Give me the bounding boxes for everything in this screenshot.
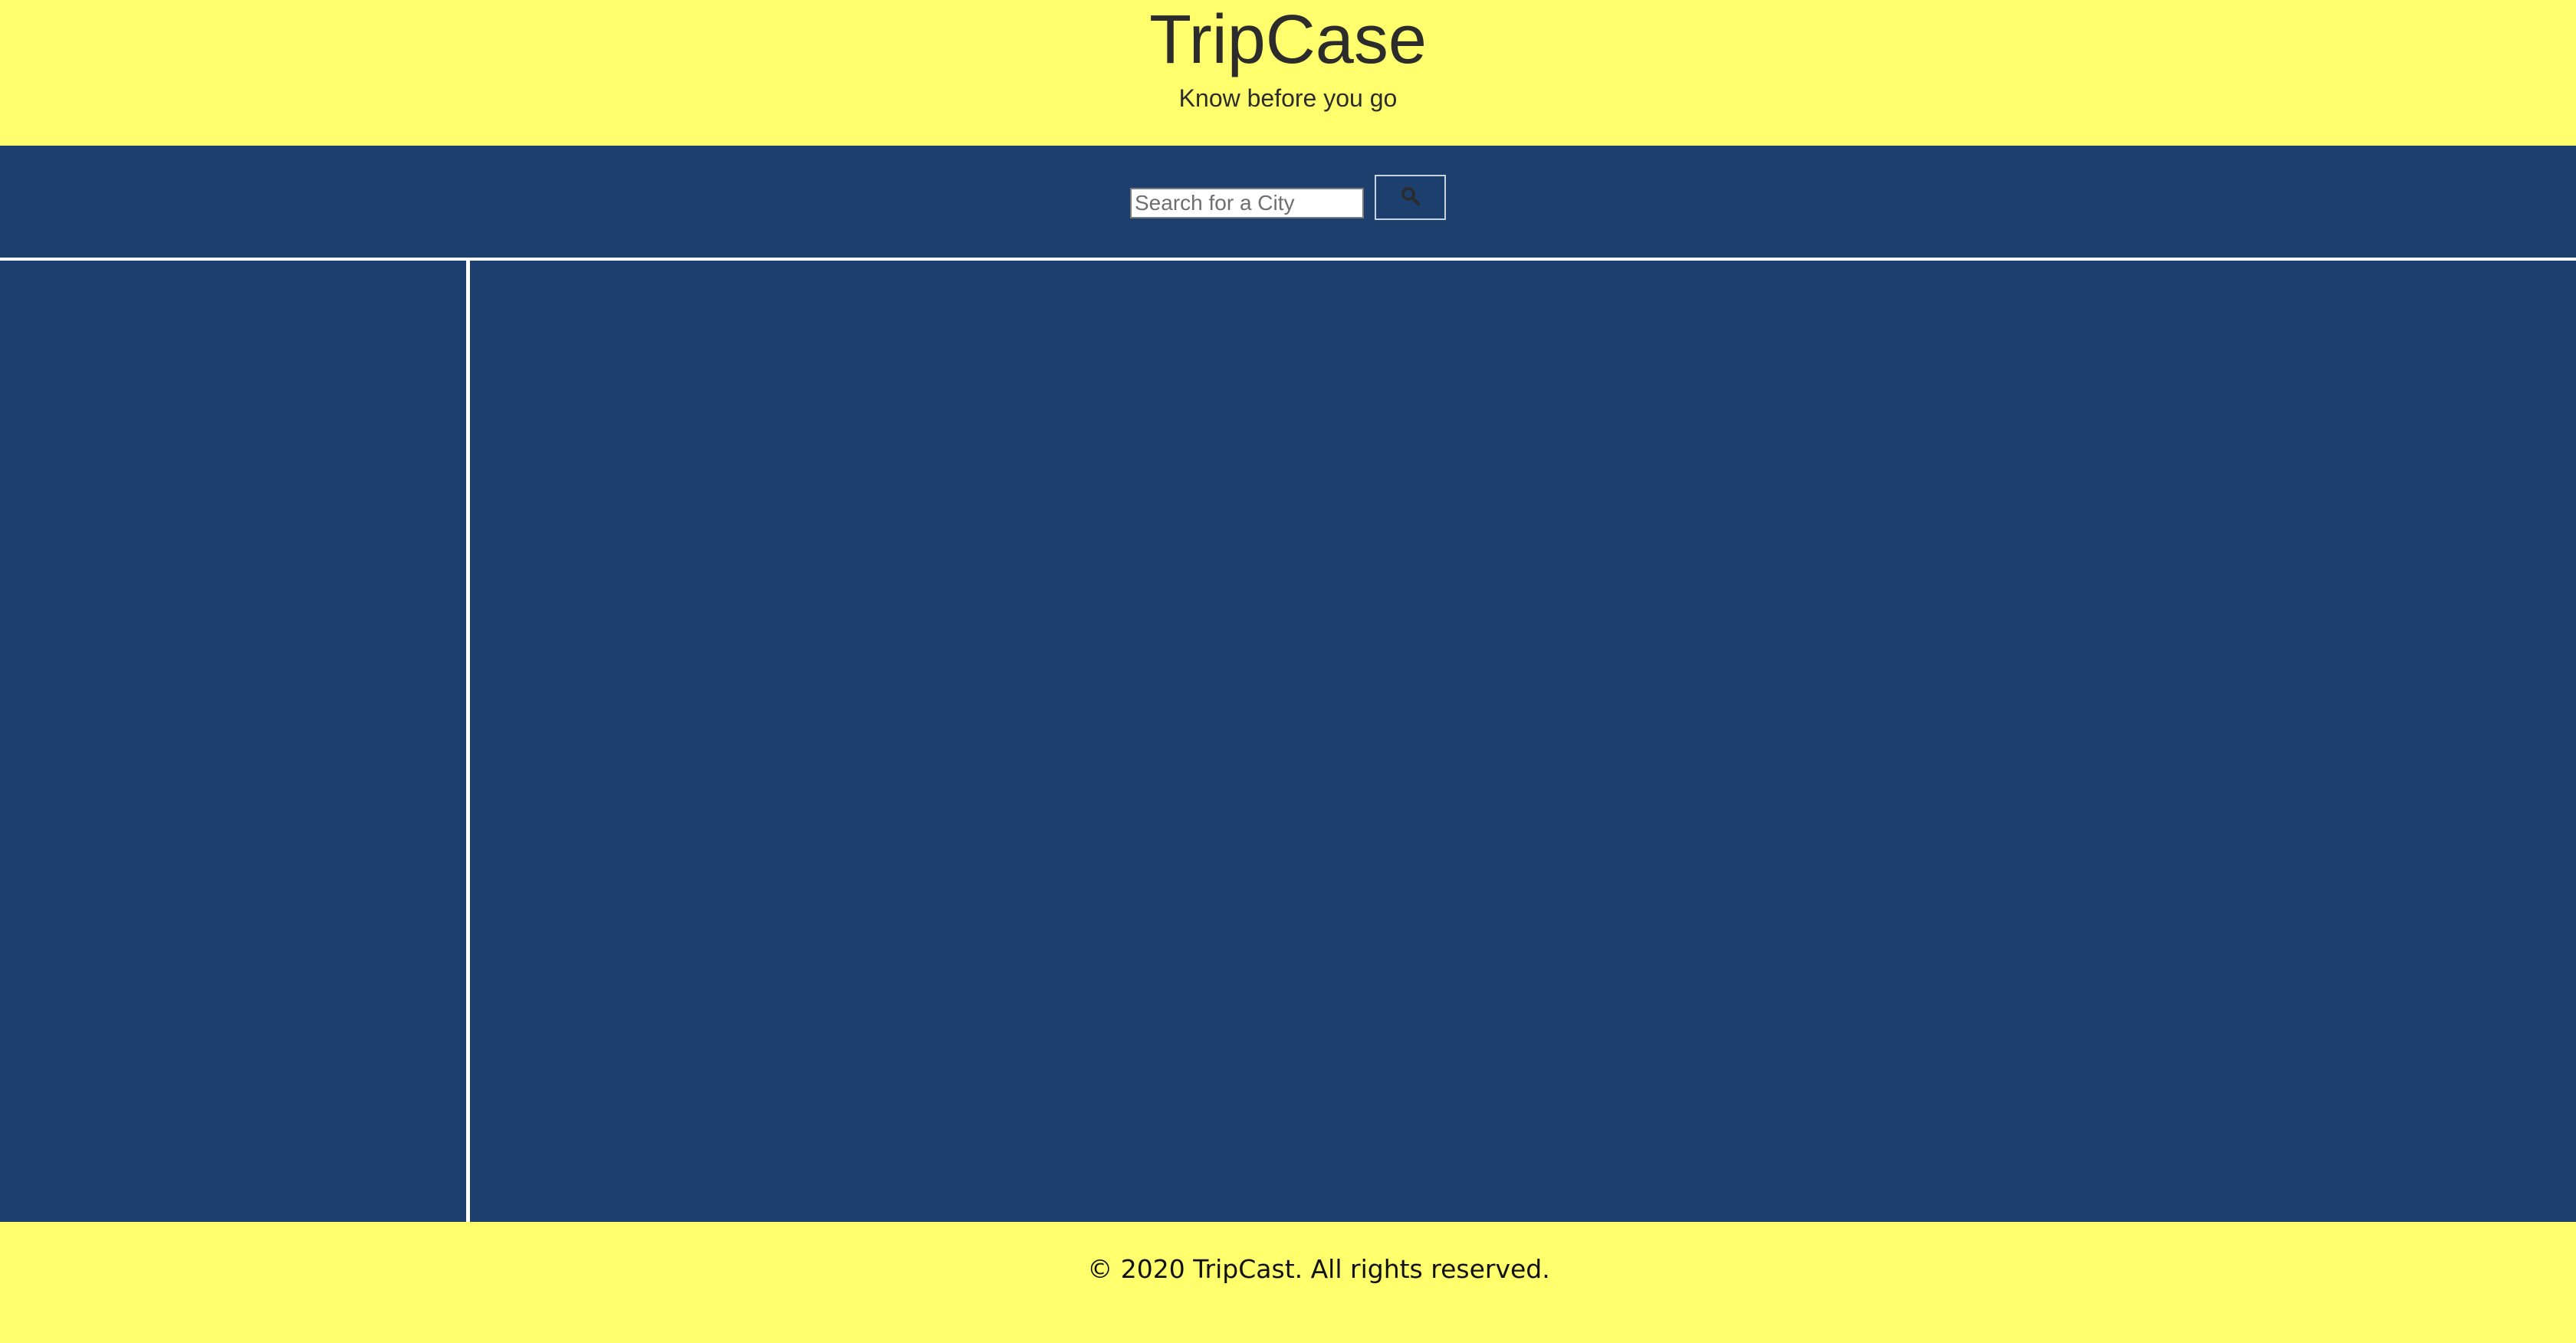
content-area (0, 261, 2576, 1222)
site-footer: © 2020 TripCast. All rights reserved. (0, 1222, 2576, 1343)
site-tagline: Know before you go (1178, 84, 1398, 112)
page: TripCase Know before you go © 2020 TripC… (0, 0, 2576, 1343)
search-history-sidebar (0, 261, 466, 1222)
site-title: TripCase (1149, 2, 1427, 78)
city-search-input[interactable] (1130, 188, 1364, 218)
site-header: TripCase Know before you go (0, 0, 2576, 146)
forecast-panel (470, 261, 2576, 1222)
search-button[interactable] (1375, 175, 1446, 220)
copyright-text: © 2020 TripCast. All rights reserved. (1087, 1254, 1550, 1284)
search-icon (1400, 186, 1421, 209)
search-bar (0, 146, 2576, 258)
